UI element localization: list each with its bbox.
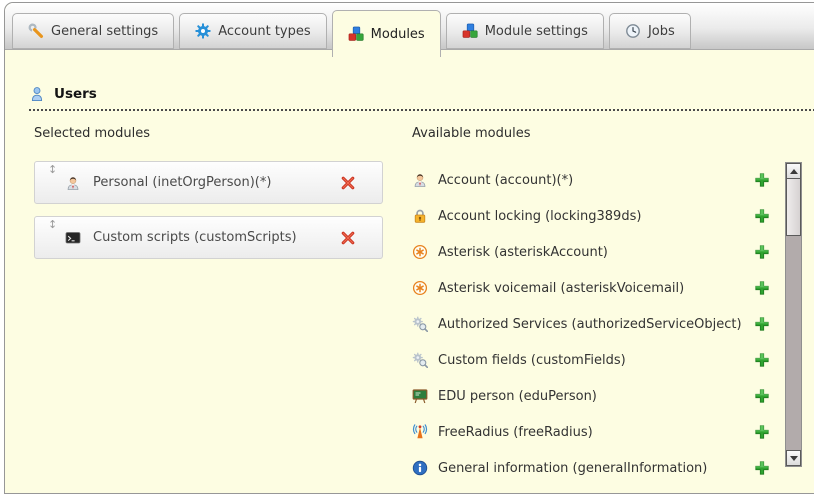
gear-search-icon bbox=[412, 316, 428, 332]
add-module-button[interactable] bbox=[754, 244, 770, 260]
add-module-button[interactable] bbox=[754, 424, 770, 440]
antenna-icon bbox=[412, 424, 428, 440]
available-module-label: Account (account)(*) bbox=[438, 173, 573, 188]
tab-label: General settings bbox=[51, 24, 158, 39]
triangle-up-icon bbox=[790, 169, 798, 174]
scroll-down-button[interactable] bbox=[786, 450, 801, 466]
add-module-button[interactable] bbox=[754, 172, 770, 188]
available-module-row: Account (account)(*) bbox=[412, 162, 776, 198]
available-module-label: General information (generalInformation) bbox=[438, 461, 707, 476]
clock-icon bbox=[625, 23, 641, 39]
user-icon bbox=[29, 86, 45, 102]
available-modules-panel: Available modules Account (account)(*)Ac… bbox=[412, 126, 814, 486]
cubes-icon bbox=[348, 26, 364, 42]
available-modules-label: Available modules bbox=[412, 126, 814, 141]
configuration-window: General settings Account types Modules Modu… bbox=[4, 2, 814, 494]
add-module-button[interactable] bbox=[754, 280, 770, 296]
available-module-row: Account locking (locking389ds) bbox=[412, 198, 776, 234]
triangle-down-icon bbox=[790, 456, 798, 461]
tab-bar: General settings Account types Modules Modu… bbox=[5, 3, 814, 50]
selected-module-row[interactable]: ↕ Custom scripts (customScripts) bbox=[34, 216, 383, 259]
gear-blue-icon bbox=[195, 23, 211, 39]
drag-handle-icon[interactable]: ↕ bbox=[48, 164, 57, 176]
available-module-label: Asterisk voicemail (asteriskVoicemail) bbox=[438, 281, 684, 296]
tab-label: Account types bbox=[218, 24, 310, 39]
person-icon bbox=[65, 175, 81, 191]
tab-strip: General settings Account types Modules Modu… bbox=[12, 13, 691, 57]
tab-label: Modules bbox=[371, 27, 425, 42]
asterisk-icon bbox=[412, 244, 428, 260]
info-icon bbox=[412, 460, 428, 476]
available-module-row: FreeRadius (freeRadius) bbox=[412, 414, 776, 450]
tab-label: Module settings bbox=[485, 24, 588, 39]
cubes-icon bbox=[462, 23, 478, 39]
available-module-label: EDU person (eduPerson) bbox=[438, 389, 597, 404]
scroll-track[interactable] bbox=[786, 236, 801, 450]
tab-module-settings[interactable]: Module settings bbox=[446, 13, 604, 49]
available-module-label: FreeRadius (freeRadius) bbox=[438, 425, 593, 440]
gear-search-icon bbox=[412, 352, 428, 368]
available-modules-scrollbar[interactable] bbox=[785, 162, 802, 467]
available-module-row: EDU person (eduPerson) bbox=[412, 378, 776, 414]
add-module-button[interactable] bbox=[754, 388, 770, 404]
asterisk-icon bbox=[412, 280, 428, 296]
add-module-button[interactable] bbox=[754, 460, 770, 476]
available-module-label: Authorized Services (authorizedServiceOb… bbox=[438, 317, 742, 332]
add-module-button[interactable] bbox=[754, 208, 770, 224]
available-module-row: Authorized Services (authorizedServiceOb… bbox=[412, 306, 776, 342]
remove-module-button[interactable] bbox=[340, 230, 356, 246]
available-module-row: Asterisk voicemail (asteriskVoicemail) bbox=[412, 270, 776, 306]
selected-module-row[interactable]: ↕ Personal (inetOrgPerson)(*) bbox=[34, 161, 383, 204]
tab-account-types[interactable]: Account types bbox=[179, 13, 326, 49]
available-module-row: Asterisk (asteriskAccount) bbox=[412, 234, 776, 270]
chalkboard-icon bbox=[412, 388, 428, 404]
selected-modules-panel: Selected modules ↕ Personal (inetOrgPerso… bbox=[34, 126, 383, 486]
scroll-thumb[interactable] bbox=[786, 179, 801, 236]
wrench-icon bbox=[28, 23, 44, 39]
modules-columns: Selected modules ↕ Personal (inetOrgPerso… bbox=[29, 126, 814, 486]
available-modules-area: Account (account)(*) Account locking (loc… bbox=[412, 162, 814, 486]
selected-modules-label: Selected modules bbox=[34, 126, 383, 141]
lock-icon bbox=[412, 208, 428, 224]
tab-general-settings[interactable]: General settings bbox=[12, 13, 174, 49]
available-module-label: Custom fields (customFields) bbox=[438, 353, 626, 368]
available-module-label: Account locking (locking389ds) bbox=[438, 209, 641, 224]
modules-tab-content: Users Selected modules ↕ Personal (inetOr… bbox=[5, 50, 814, 486]
available-module-row: General information (generalInformation) bbox=[412, 450, 776, 486]
selected-module-label: Custom scripts (customScripts) bbox=[93, 230, 297, 245]
section-header-users: Users bbox=[29, 86, 814, 111]
drag-handle-icon[interactable]: ↕ bbox=[48, 219, 57, 231]
available-module-row: Custom fields (customFields) bbox=[412, 342, 776, 378]
terminal-icon bbox=[65, 230, 81, 246]
remove-module-button[interactable] bbox=[340, 175, 356, 191]
available-module-label: Asterisk (asteriskAccount) bbox=[438, 245, 608, 260]
selected-modules-list: ↕ Personal (inetOrgPerson)(*) ↕ Custom scri… bbox=[34, 161, 383, 259]
selected-module-label: Personal (inetOrgPerson)(*) bbox=[93, 175, 271, 190]
scroll-up-button[interactable] bbox=[786, 163, 801, 179]
person-icon bbox=[412, 172, 428, 188]
tab-modules[interactable]: Modules bbox=[332, 10, 441, 57]
add-module-button[interactable] bbox=[754, 352, 770, 368]
add-module-button[interactable] bbox=[754, 316, 770, 332]
available-modules-list: Account (account)(*) Account locking (loc… bbox=[412, 162, 776, 486]
tab-jobs[interactable]: Jobs bbox=[609, 13, 691, 49]
section-title: Users bbox=[54, 86, 97, 102]
tab-label: Jobs bbox=[648, 24, 675, 39]
